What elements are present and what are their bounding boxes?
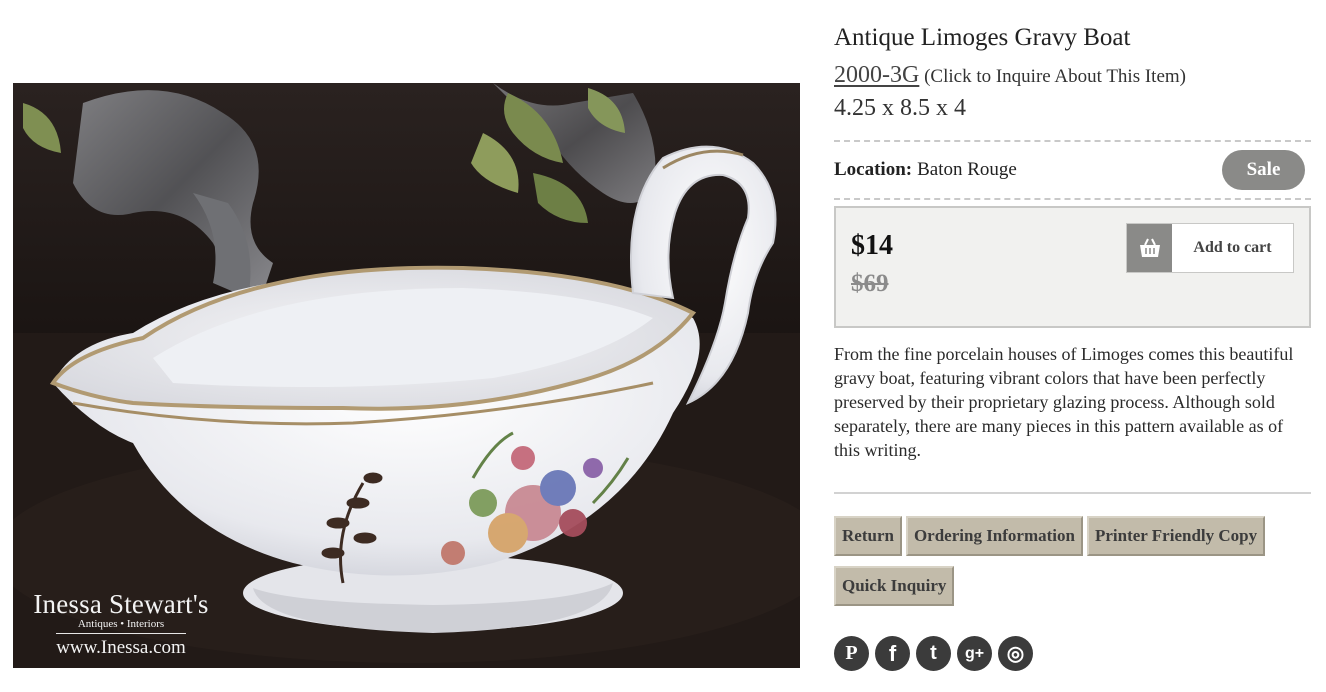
divider (834, 198, 1311, 200)
price-box: $14 $69 Add to cart (834, 206, 1311, 328)
quick-inquiry-button[interactable]: Quick Inquiry (834, 566, 955, 606)
location-label: Location: (834, 159, 913, 180)
dimensions: 4.25 x 8.5 x 4 (834, 95, 966, 121)
social-links: P f t g+ ◎ (834, 636, 1311, 671)
pinterest-icon[interactable]: P (834, 636, 869, 671)
printer-friendly-copy-button[interactable]: Printer Friendly Copy (1086, 516, 1266, 556)
watermark-url: www.Inessa.com (56, 637, 186, 658)
location-row: Location: Baton Rouge Sale (834, 142, 1311, 198)
watermark: Inessa Stewart's Antiques • Interiors ww… (21, 590, 221, 660)
sku-link[interactable]: 2000-3G (834, 62, 919, 88)
facebook-icon[interactable]: f (875, 636, 910, 671)
action-buttons: Return Ordering Information Printer Frie… (834, 516, 1311, 606)
google-plus-icon[interactable]: g+ (957, 636, 992, 671)
product-page: Inessa Stewart's Antiques • Interiors ww… (0, 0, 1326, 692)
product-title: Antique Limoges Gravy Boat (834, 24, 1131, 51)
location-value: Baton Rouge (917, 159, 1017, 180)
product-description: From the fine porcelain houses of Limoge… (834, 344, 1294, 460)
watermark-tagline: Antiques • Interiors (56, 618, 186, 634)
sale-badge: Sale (1222, 150, 1305, 190)
sku-line: 2000-3G (Click to Inquire About This Ite… (834, 60, 1311, 92)
current-price: $14 (851, 230, 893, 261)
product-info: Antique Limoges Gravy Boat 2000-3G (Clic… (834, 20, 1311, 671)
product-image[interactable]: Inessa Stewart's Antiques • Interiors ww… (13, 83, 800, 668)
gravy-boat-photo (13, 83, 800, 668)
section-divider (834, 492, 1311, 494)
return-button[interactable]: Return (834, 516, 902, 556)
ordering-information-button[interactable]: Ordering Information (905, 516, 1083, 556)
inquire-link[interactable]: (Click to Inquire About This Item) (924, 66, 1186, 87)
original-price: $69 (851, 270, 889, 297)
add-to-cart-label: Add to cart (1193, 239, 1272, 256)
instagram-icon[interactable]: ◎ (998, 636, 1033, 671)
watermark-name: Inessa Stewart's (33, 589, 209, 619)
twitter-icon[interactable]: t (916, 636, 951, 671)
basket-icon (1127, 224, 1172, 272)
add-to-cart-button[interactable]: Add to cart (1126, 223, 1294, 273)
